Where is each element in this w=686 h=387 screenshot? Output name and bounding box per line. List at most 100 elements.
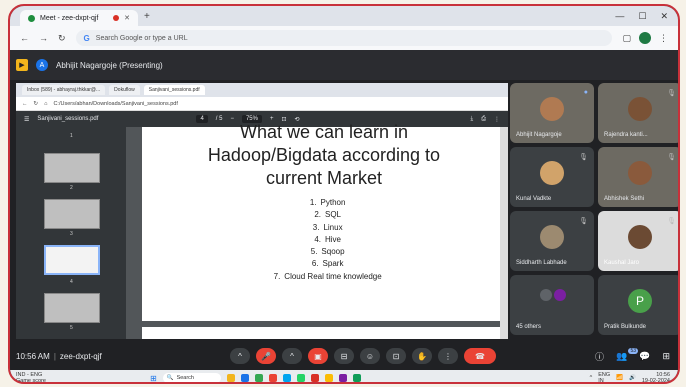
info-icon[interactable]: ⓘ <box>595 350 604 363</box>
slide-title-line: What we can learn in <box>239 122 409 142</box>
close-window-icon[interactable]: ✕ <box>660 11 668 22</box>
participant-tile[interactable]: P Pratik Bulkunde <box>598 275 678 335</box>
separator: | <box>53 351 56 361</box>
pdf-body: 1 2 3 4 5 What we can learn in Hadoop/Bi… <box>16 122 508 339</box>
shared-url: C:/Users/abhan/Downloads/Sanjivani_sessi… <box>53 100 178 107</box>
thumb-number: 5 <box>70 325 73 331</box>
app-icon[interactable] <box>310 374 319 382</box>
taskbar-clock[interactable]: 10:56 19-02-2024 <box>642 372 670 382</box>
minimize-icon[interactable]: — <box>615 11 624 22</box>
tray-chevron-icon[interactable]: ^ <box>590 375 593 381</box>
back-icon[interactable]: ← <box>20 33 29 43</box>
browser-tabbar: Meet - zee-dxpt-qjf ✕ + — ☐ ✕ <box>10 6 678 26</box>
slide-list-item: 3. Linux <box>312 222 343 232</box>
participant-tile[interactable]: 🎙 Abhishek Sethi <box>598 147 678 207</box>
thumbnail-page <box>44 153 100 183</box>
maximize-icon[interactable]: ☐ <box>638 11 646 22</box>
presentation-icon: ▶ <box>16 59 28 71</box>
mic-off-button[interactable]: 🎤 <box>256 348 276 364</box>
others-tile[interactable]: 45 others <box>510 275 594 335</box>
start-icon[interactable]: ⊞ <box>150 374 157 383</box>
close-tab-icon[interactable]: ✕ <box>124 14 130 22</box>
participant-tile[interactable]: 🎙 Kunal Vadkte <box>510 147 594 207</box>
slide-list-item: 1. Python <box>309 198 346 207</box>
app-icon[interactable] <box>338 374 347 382</box>
chrome-icon[interactable] <box>324 374 333 382</box>
search-label: Search <box>176 375 194 381</box>
speaking-icon: ● <box>583 89 588 96</box>
input-language[interactable]: ENG IN <box>598 372 610 382</box>
pdf-scrollbar <box>500 127 508 339</box>
new-tab-button[interactable]: + <box>144 11 150 22</box>
raise-hand-button[interactable]: ✋ <box>412 348 432 364</box>
tab-title: Meet - zee-dxpt-qjf <box>40 14 99 22</box>
more-options-button[interactable]: ⋮ <box>438 348 458 364</box>
participant-tile[interactable]: 🎙 Rajendra kanti... <box>598 83 678 143</box>
search-icon: 🔍 <box>166 375 174 381</box>
thumb-number: 2 <box>70 185 73 191</box>
mic-off-icon: 🎙 <box>579 218 588 225</box>
taskbar-search[interactable]: 🔍 Search <box>162 373 221 382</box>
other-avatar <box>554 289 566 301</box>
camera-off-button[interactable]: ▣ <box>308 348 328 364</box>
slide-list-item: 6. Spark <box>311 259 344 269</box>
app-icon[interactable] <box>352 374 361 382</box>
participant-tile[interactable]: 🎙 Siddharth Labhade <box>510 211 594 271</box>
activities-icon[interactable]: ⊞ <box>662 351 670 362</box>
mic-options-button[interactable]: ^ <box>230 348 250 364</box>
participant-name: Rajendra kanti... <box>604 132 648 138</box>
shared-tab-pdf: Sanjivani_sessions.pdf <box>143 85 205 95</box>
omnibox-placeholder: Search Google or type a URL <box>95 34 188 42</box>
participant-name: Pratik Bulkunde <box>604 324 647 330</box>
omnibox[interactable]: G Search Google or type a URL <box>75 30 613 46</box>
participant-name: Abhijit Nagargoje <box>516 132 562 138</box>
app-icon[interactable] <box>226 374 235 382</box>
pdf-next-page <box>142 327 506 339</box>
participant-video <box>628 225 652 249</box>
slide-title-line: current Market <box>265 168 383 188</box>
extensions-icon[interactable]: ▢ <box>622 33 631 44</box>
meet-tab[interactable]: Meet - zee-dxpt-qjf ✕ <box>20 10 138 26</box>
captions-button[interactable]: ⊟ <box>334 348 354 364</box>
app-icon[interactable] <box>282 374 291 382</box>
wifi-icon[interactable]: 📶 <box>616 375 623 381</box>
shared-reload-icon: ↻ <box>33 100 39 107</box>
people-icon[interactable]: 👥 <box>616 351 627 362</box>
other-avatar <box>540 289 552 301</box>
browser-toolbar: ← → ↻ G Search Google or type a URL ▢ ⋮ <box>10 26 678 50</box>
slide-list-item: 4. Hive <box>314 234 341 244</box>
shared-back-icon: ← <box>22 100 28 107</box>
meet-controls-bar: 10:56 AM | zee-dxpt-qjf ^ 🎤 ^ ▣ ⊟ ☺ ⊡ ✋ … <box>10 342 678 370</box>
slide-title: What we can learn in Hadoop/Bigdata acco… <box>142 121 506 190</box>
thumb-number: 4 <box>70 279 73 285</box>
shared-home-icon: ⌂ <box>44 100 48 107</box>
taskbar-widget: Game score <box>16 378 46 384</box>
menu-icon[interactable]: ⋮ <box>659 33 668 44</box>
meet-favicon-icon <box>28 14 35 22</box>
app-icon[interactable] <box>268 374 277 382</box>
chat-icon[interactable]: 💬 <box>639 351 650 362</box>
shared-browser-tabs: Inbox (589) - abhayraj.thkkar@... Dokufl… <box>16 83 508 97</box>
forward-icon[interactable]: → <box>39 33 48 43</box>
present-button[interactable]: ⊡ <box>386 348 406 364</box>
participant-name: Siddharth Labhade <box>516 260 567 266</box>
participant-tile[interactable]: 🎙 Kaushal Jaro <box>598 211 678 271</box>
whatsapp-icon[interactable] <box>296 374 305 382</box>
volume-icon[interactable]: 🔊 <box>629 375 636 381</box>
app-icon[interactable] <box>254 374 263 382</box>
thumbnail-page <box>44 293 100 323</box>
shared-tab-dokuflow: Dokuflow <box>109 85 140 95</box>
participant-avatar <box>540 161 564 185</box>
app-icon[interactable] <box>240 374 249 382</box>
participant-count-badge: 53 <box>628 347 638 354</box>
emoji-button[interactable]: ☺ <box>360 348 380 364</box>
shared-screen: Inbox (589) - abhayraj.thkkar@... Dokufl… <box>16 83 508 339</box>
profile-avatar[interactable] <box>639 32 651 44</box>
presenter-label: Abhijit Nagargoje (Presenting) <box>56 60 163 70</box>
participant-video <box>628 97 652 121</box>
meeting-time: 10:56 AM <box>16 351 50 361</box>
reload-icon[interactable]: ↻ <box>58 33 66 44</box>
camera-options-button[interactable]: ^ <box>282 348 302 364</box>
end-call-button[interactable]: ☎ <box>464 348 496 364</box>
participant-tile[interactable]: ● Abhijit Nagargoje <box>510 83 594 143</box>
